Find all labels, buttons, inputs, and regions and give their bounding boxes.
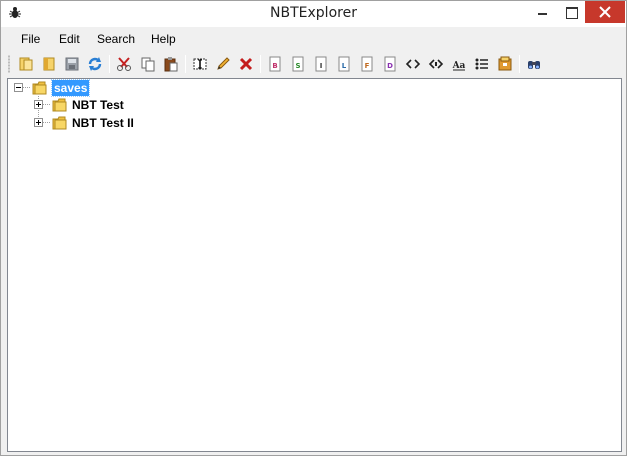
cut-icon[interactable]	[114, 54, 134, 74]
folder-icon	[32, 80, 48, 96]
app-window: NBTExplorer File Edit Search Help B S I …	[0, 0, 627, 456]
refresh-icon[interactable]	[85, 54, 105, 74]
close-icon	[599, 6, 611, 18]
add-int-icon[interactable]: I	[311, 54, 331, 74]
svg-text:D: D	[387, 62, 393, 70]
menu-bar: File Edit Search Help	[1, 27, 626, 51]
minimize-button[interactable]	[528, 1, 558, 23]
tree-node-label[interactable]: NBT Test II	[70, 115, 136, 131]
copy-icon[interactable]	[138, 54, 158, 74]
collapse-toggle[interactable]	[14, 83, 23, 92]
svg-text:S: S	[295, 62, 300, 70]
add-int-array-icon[interactable]	[426, 54, 446, 74]
toolbar-separator	[185, 55, 186, 73]
folder-icon	[52, 97, 68, 113]
svg-text:F: F	[365, 62, 370, 70]
add-float-icon[interactable]: F	[357, 54, 377, 74]
tree-node-label[interactable]: NBT Test	[70, 97, 126, 113]
close-button[interactable]	[585, 1, 625, 23]
toolbar-separator	[260, 55, 261, 73]
title-bar[interactable]: NBTExplorer	[1, 1, 626, 27]
menu-search[interactable]: Search	[97, 32, 135, 46]
nbt-tree-view[interactable]: saves NBT Test NBT Test II	[7, 78, 622, 452]
rename-icon[interactable]	[190, 54, 210, 74]
toolbar: B S I L F D Aa	[1, 51, 626, 78]
delete-icon[interactable]	[236, 54, 256, 74]
toolbar-grip[interactable]	[8, 55, 10, 73]
svg-text:I: I	[320, 62, 323, 70]
add-byte-icon[interactable]: B	[265, 54, 285, 74]
svg-text:L: L	[342, 62, 347, 70]
tree-node-label[interactable]: saves	[50, 79, 91, 97]
find-icon[interactable]	[524, 54, 544, 74]
toolbar-separator	[519, 55, 520, 73]
tree-node-child[interactable]: NBT Test II	[32, 114, 172, 132]
folder-icon	[52, 115, 68, 131]
svg-text:B: B	[272, 62, 277, 70]
paste-icon[interactable]	[161, 54, 181, 74]
expand-toggle[interactable]	[34, 100, 43, 109]
menu-file[interactable]: File	[21, 32, 40, 46]
add-double-icon[interactable]: D	[380, 54, 400, 74]
save-icon[interactable]	[62, 54, 82, 74]
toolbar-separator	[109, 55, 110, 73]
menu-help[interactable]: Help	[151, 32, 176, 46]
add-string-icon[interactable]: Aa	[449, 54, 469, 74]
tree-node-root[interactable]: saves	[12, 79, 132, 97]
add-short-icon[interactable]: S	[288, 54, 308, 74]
tree-node-child[interactable]: NBT Test	[32, 96, 172, 114]
add-long-icon[interactable]: L	[334, 54, 354, 74]
add-compound-icon[interactable]	[495, 54, 515, 74]
edit-value-icon[interactable]	[213, 54, 233, 74]
expand-toggle[interactable]	[34, 118, 43, 127]
menu-edit[interactable]: Edit	[59, 32, 80, 46]
open-icon[interactable]	[16, 54, 36, 74]
open-folder-icon[interactable]	[39, 54, 59, 74]
add-list-icon[interactable]	[472, 54, 492, 74]
add-byte-array-icon[interactable]	[403, 54, 423, 74]
maximize-button[interactable]	[556, 1, 586, 23]
